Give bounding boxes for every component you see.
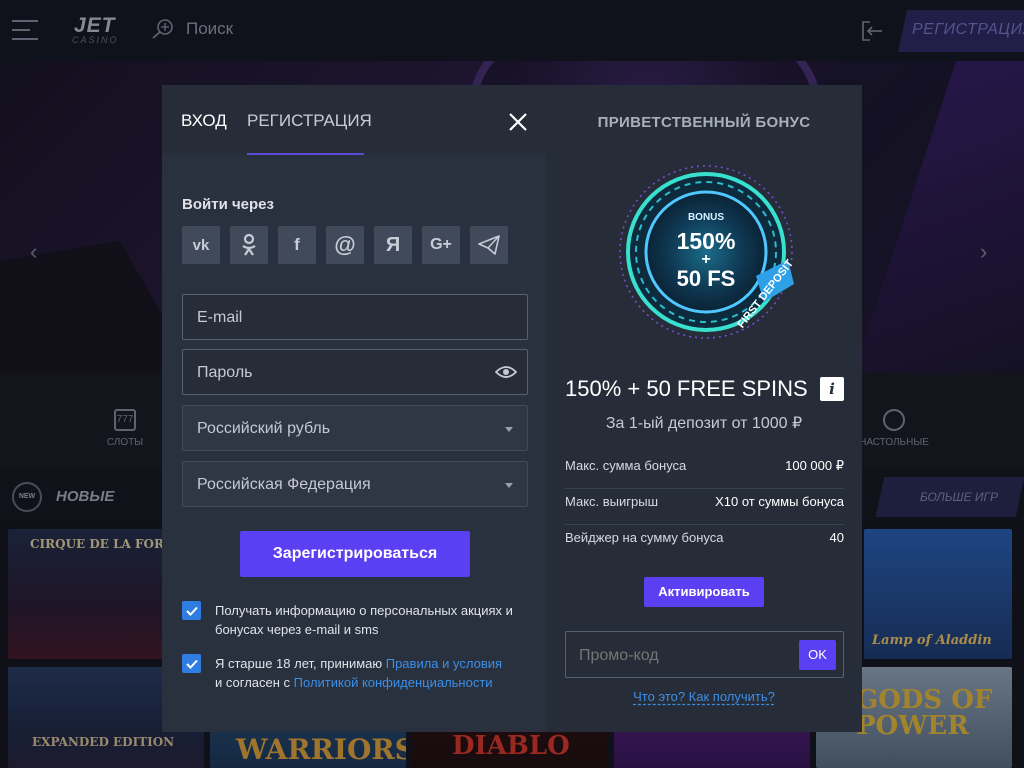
login-via-label: Войти через — [182, 196, 274, 213]
bonus-row-key: Вейджер на сумму бонуса — [565, 530, 724, 545]
privacy-link[interactable]: Политикой конфиденциальности — [294, 675, 493, 690]
bonus-row-value: Х10 от суммы бонуса — [715, 494, 844, 509]
facebook-icon[interactable]: f — [278, 226, 316, 264]
check-icon — [185, 606, 198, 616]
email-placeholder: E-mail — [197, 309, 243, 326]
bonus-row-key: Макс. сумма бонуса — [565, 458, 687, 473]
bonus-row: Макс. сумма бонуса 100 000 ₽ — [565, 453, 844, 489]
welcome-bonus-panel: ПРИВЕТСТВЕННЫЙ БОНУС BONUS 150% + 50 FS … — [546, 85, 862, 732]
consent-age-text: Я старше 18 лет, принимаю Правила и усло… — [215, 654, 502, 692]
promo-code-input[interactable] — [579, 647, 779, 665]
bonus-row-value: 100 000 ₽ — [785, 458, 844, 473]
bonus-row: Вейджер на сумму бонуса 40 — [565, 525, 844, 561]
consent-news-checkbox[interactable] — [182, 601, 201, 620]
google-plus-icon[interactable]: G+ — [422, 226, 460, 264]
consent-news-text: Получать информацию о персональных акция… — [215, 603, 513, 637]
promo-help-link[interactable]: Что это? Как получить? — [546, 689, 862, 704]
password-field[interactable]: Пароль — [182, 349, 528, 395]
terms-link[interactable]: Правила и условия — [386, 656, 502, 671]
currency-select[interactable]: Российский рубль — [182, 405, 528, 451]
bonus-details: Макс. сумма бонуса 100 000 ₽ Макс. выигр… — [565, 453, 844, 561]
modal-tabs: ВХОД РЕГИСТРАЦИЯ — [162, 85, 546, 155]
consent-age-checkbox[interactable] — [182, 654, 201, 673]
chevron-down-icon — [505, 483, 513, 488]
check-icon — [185, 659, 198, 669]
active-tab-indicator — [247, 153, 364, 155]
bonus-badge: BONUS 150% + 50 FS FIRST DEPOSIT — [619, 165, 794, 339]
info-icon[interactable]: i — [820, 377, 844, 401]
offer-title: 150% + 50 FREE SPINS — [565, 376, 808, 401]
badge-fs-text: 50 FS — [677, 266, 736, 291]
badge-top-text: BONUS — [688, 212, 724, 223]
eye-icon[interactable] — [495, 364, 517, 380]
consent-age-prefix: Я старше 18 лет, принимаю — [215, 656, 386, 671]
bonus-row-value: 40 — [829, 530, 844, 545]
email-field[interactable]: E-mail — [182, 294, 528, 340]
promo-ok-button[interactable]: OK — [799, 640, 836, 670]
offer-subtitle: За 1-ый депозит от 1000 ₽ — [605, 415, 803, 432]
odnoklassniki-icon[interactable] — [230, 226, 268, 264]
bonus-row-key: Макс. выигрыш — [565, 494, 659, 509]
close-icon[interactable] — [506, 110, 530, 134]
country-select[interactable]: Российская Федерация — [182, 461, 528, 507]
bonus-title: ПРИВЕТСТВЕННЫЙ БОНУС — [597, 114, 811, 131]
tab-login[interactable]: ВХОД — [181, 111, 227, 131]
password-placeholder: Пароль — [197, 364, 253, 381]
tab-register[interactable]: РЕГИСТРАЦИЯ — [247, 111, 372, 131]
yandex-icon[interactable]: Я — [374, 226, 412, 264]
bonus-row: Макс. выигрыш Х10 от суммы бонуса — [565, 489, 844, 525]
country-value: Российская Федерация — [197, 476, 371, 493]
register-button[interactable]: Зарегистрироваться — [240, 531, 470, 577]
consent-news-row: Получать информацию о персональных акция… — [182, 601, 532, 639]
consent-age-row: Я старше 18 лет, принимаю Правила и усло… — [182, 654, 532, 692]
promo-code-field: OK — [565, 631, 844, 678]
consent-age-mid: и согласен с — [215, 675, 294, 690]
vk-icon[interactable]: vk — [182, 226, 220, 264]
currency-value: Российский рубль — [197, 420, 331, 437]
auth-modal: ВХОД РЕГИСТРАЦИЯ Войти через vk f @ Я G+… — [162, 85, 546, 732]
activate-button[interactable]: Активировать — [644, 577, 764, 607]
telegram-icon[interactable] — [470, 226, 508, 264]
mail-ru-icon[interactable]: @ — [326, 226, 364, 264]
social-login-list: vk f @ Я G+ — [182, 226, 508, 264]
chevron-down-icon — [505, 427, 513, 432]
